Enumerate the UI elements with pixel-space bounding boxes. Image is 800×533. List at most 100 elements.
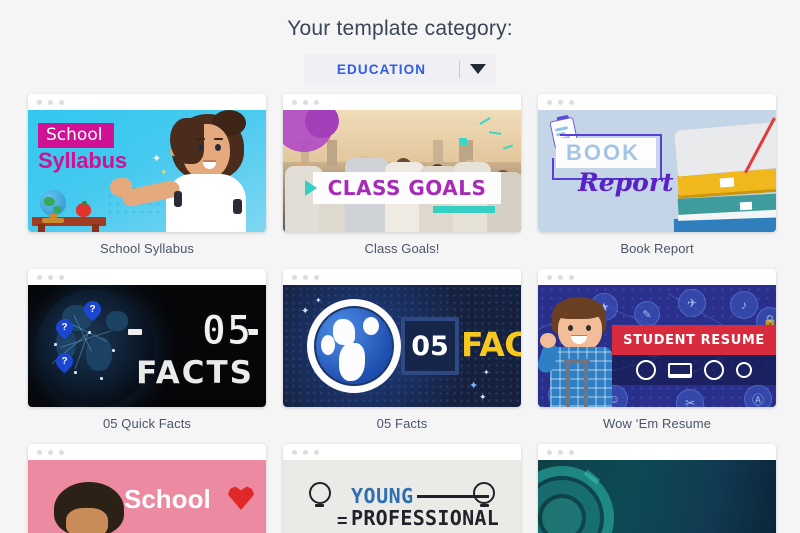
template-preview-frame[interactable]: ? ? ? 05 FACTS [28, 269, 266, 407]
window-dot-icon [547, 99, 552, 105]
page-marker [719, 177, 735, 188]
window-dot-icon [48, 449, 53, 455]
thumbnail-word: School [124, 484, 211, 514]
character-shirt [550, 347, 612, 407]
window-dot-icon [547, 274, 552, 280]
thumbnail-title-line2: Syllabus [38, 148, 127, 173]
basketball-icon [704, 360, 724, 380]
heart-icon [228, 486, 254, 510]
sparkle-icon: ✦ [152, 153, 162, 165]
template-card[interactable]: Mission Impossible [538, 444, 776, 533]
template-thumbnail-young-professional: YOUNG = PROFESSIONAL [283, 460, 521, 533]
apple-leaf [82, 201, 87, 205]
template-label: Class Goals! [364, 241, 440, 256]
desk-leg [92, 224, 99, 232]
template-preview-frame[interactable]: ✦ ✦ School Syllabus [28, 94, 266, 232]
template-card[interactable]: ? ? ? 05 FACTS 05 Quick Facts [28, 269, 266, 432]
template-preview-frame[interactable]: BOOK Report [538, 94, 776, 232]
window-dot-icon [59, 99, 64, 105]
thumbnail-number: 05 [201, 308, 252, 354]
window-dot-icon [314, 449, 319, 455]
window-dot-icon [558, 449, 563, 455]
character-eye [586, 325, 591, 331]
window-dot-icon [292, 99, 297, 105]
window-dot-icon [48, 274, 53, 280]
thumbnail-banner-text: STUDENT RESUME [623, 332, 765, 348]
globe-land [44, 197, 55, 206]
window-dot-icon [314, 274, 319, 280]
open-book [674, 121, 776, 177]
gallery-header: Your template category: EDUCATION [0, 0, 800, 84]
preview-titlebar [28, 269, 266, 285]
preview-titlebar [283, 94, 521, 110]
window-dot-icon [569, 99, 574, 105]
character-fist [540, 333, 556, 348]
template-label: Wow ‘Em Resume [602, 416, 712, 431]
icon-bar [612, 355, 776, 385]
template-card[interactable]: CLASS GOALS Class Goals! [283, 94, 521, 257]
template-card[interactable]: School [28, 444, 266, 533]
desk-leg [38, 224, 45, 232]
window-dot-icon [292, 449, 297, 455]
template-card[interactable]: ✦ ✦ School Syllabus School Syllabus [28, 94, 266, 257]
window-dot-icon [547, 449, 552, 455]
character-face [66, 508, 108, 533]
page-title: Your template category: [287, 17, 513, 40]
template-card[interactable]: YOUNG = PROFESSIONAL [283, 444, 521, 533]
teal-underline [433, 206, 495, 213]
preview-titlebar [283, 444, 521, 460]
page-marker [739, 201, 753, 211]
window-dot-icon [303, 274, 308, 280]
character-eye [568, 325, 573, 331]
sparkle-icon: ✦ [160, 167, 168, 177]
preview-titlebar [283, 269, 521, 285]
equals-sign: = [337, 511, 348, 531]
character-hair-front [170, 118, 204, 164]
preview-titlebar [538, 444, 776, 460]
character-cuff [174, 191, 182, 207]
thumbnail-word: FACTS [461, 325, 521, 364]
template-preview-frame[interactable]: CLASS GOALS [283, 94, 521, 232]
window-dot-icon [558, 274, 563, 280]
character-eye [215, 144, 221, 151]
template-label: Book Report [620, 241, 694, 256]
template-thumbnail-school-syllabus: ✦ ✦ School Syllabus [28, 110, 266, 232]
template-thumbnail-class-goals: CLASS GOALS [283, 110, 521, 232]
template-thumbnail-05-quick-facts: ? ? ? 05 FACTS [28, 285, 266, 407]
laptop-icon [668, 362, 692, 378]
thumbnail-title-line2: PROFESSIONAL [351, 506, 500, 530]
window-dot-icon [48, 99, 53, 105]
crutch-leg [584, 361, 588, 407]
template-preview-frame[interactable]: ★ ✎ ✈ ♪ 🔒 ▤ ▦ ⚗ ☺ ✂ Ⓐ [538, 269, 776, 407]
chevron-down-icon[interactable] [460, 64, 496, 74]
window-dot-icon [37, 274, 42, 280]
globe-base [42, 218, 64, 223]
thumbnail-title-line2: Report [578, 168, 674, 197]
title-rule [417, 495, 489, 498]
window-dot-icon [37, 449, 42, 455]
thumbnail-number-box: 05 [401, 317, 459, 375]
template-label: 05 Quick Facts [102, 416, 192, 431]
apple-icon [76, 203, 91, 217]
category-dropdown[interactable]: EDUCATION [304, 54, 496, 84]
thumbnail-title-line1: BOOK [566, 140, 640, 165]
window-dot-icon [569, 274, 574, 280]
template-card[interactable]: BOOK Report Book Report [538, 94, 776, 257]
thumbnail-banner-text: CLASS GOALS [327, 176, 487, 200]
template-preview-frame[interactable]: Mission Impossible [538, 444, 776, 533]
template-card[interactable]: ★ ✎ ✈ ♪ 🔒 ▤ ▦ ⚗ ☺ ✂ Ⓐ [538, 269, 776, 432]
template-card[interactable]: ✦ ✦ ✦ ✦ ✦ FACTS 05 05 Facts [283, 269, 521, 432]
template-preview-frame[interactable]: YOUNG = PROFESSIONAL [283, 444, 521, 533]
template-preview-frame[interactable]: ✦ ✦ ✦ ✦ ✦ FACTS 05 [283, 269, 521, 407]
template-label: 05 Facts [376, 416, 428, 431]
right-edge-mask [796, 0, 800, 533]
template-thumbnail-school-pink: School [28, 460, 266, 533]
category-selected-value: EDUCATION [336, 61, 427, 77]
template-gallery-page: Your template category: EDUCATION ✦ ✦ Sc… [0, 0, 800, 533]
template-preview-frame[interactable]: School [28, 444, 266, 533]
preview-titlebar [538, 94, 776, 110]
book-stack [670, 112, 776, 232]
character-cuff [233, 199, 242, 214]
medal-icon [736, 362, 752, 378]
thumbnail-number: 05 [411, 330, 449, 362]
